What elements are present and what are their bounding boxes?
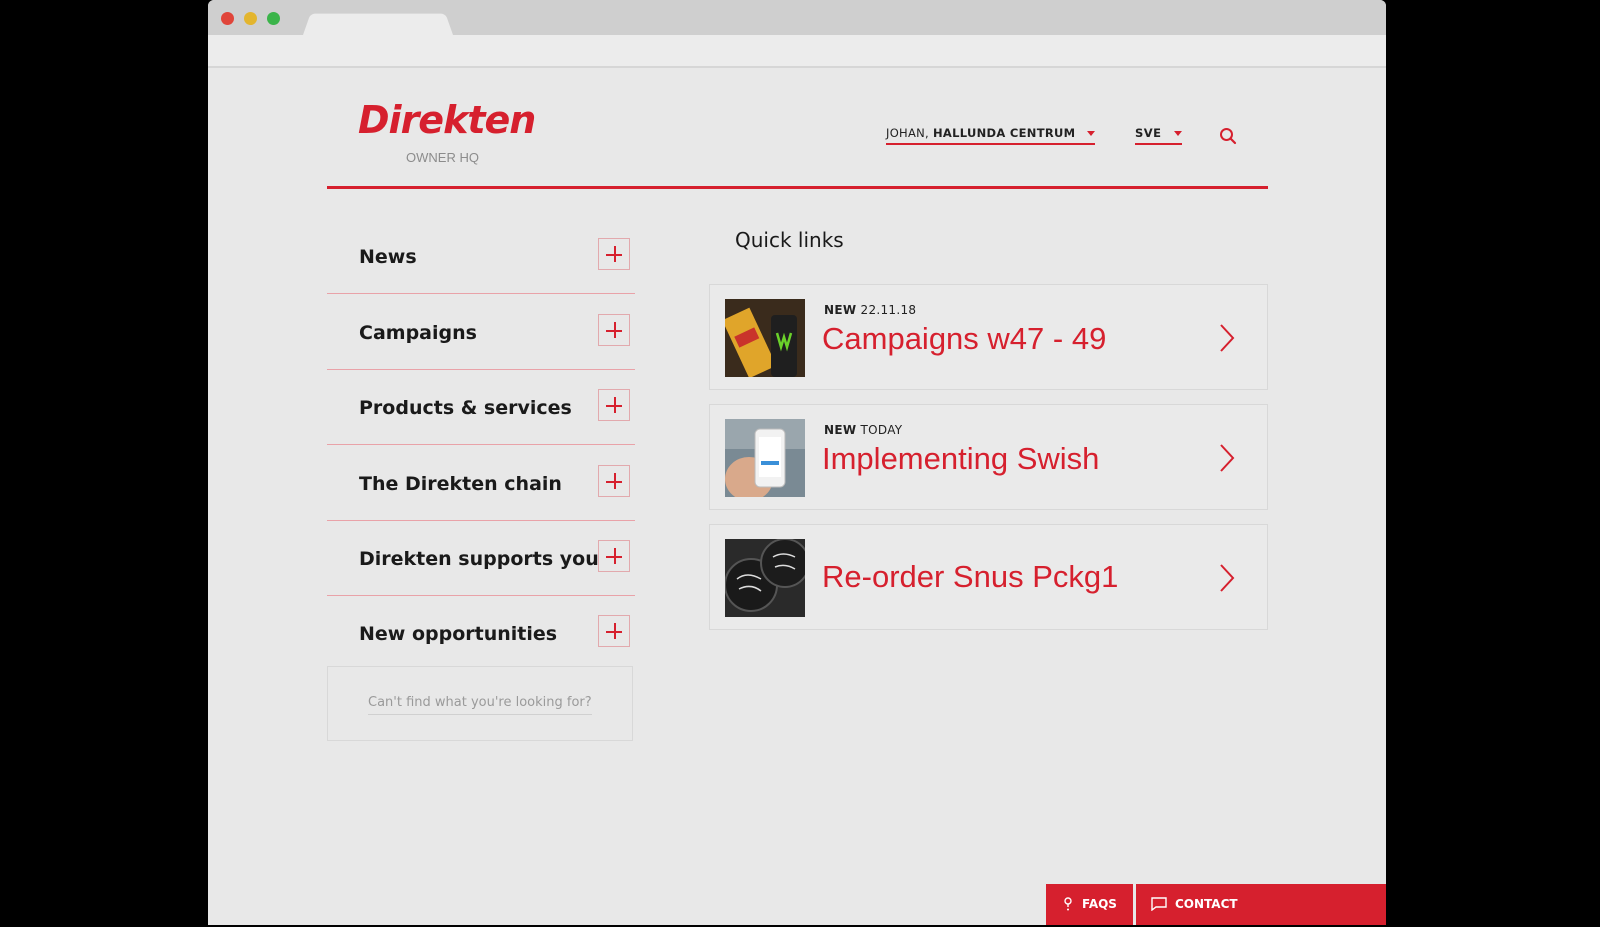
card-meta: NEW 22.11.18 (824, 303, 916, 317)
card-title: Re-order Snus Pckg1 (822, 559, 1119, 594)
user-store-selector[interactable]: JOHAN, HALLUNDA CENTRUM (886, 126, 1096, 145)
search-icon[interactable] (1218, 126, 1238, 146)
quick-links-title: Quick links (735, 228, 844, 252)
close-window-button[interactable] (221, 12, 234, 25)
expand-plus-icon[interactable] (598, 615, 630, 647)
language-selector[interactable]: SVE (1135, 126, 1183, 145)
contact-label: CONTACT (1175, 897, 1238, 911)
chevron-down-icon (1174, 131, 1183, 136)
expand-plus-icon[interactable] (598, 465, 630, 497)
language-label: SVE (1135, 126, 1162, 140)
campaign-thumbnail (725, 299, 805, 377)
sidebar-item-label: Campaigns (359, 322, 477, 344)
sidebar-item-campaigns[interactable]: Campaigns (327, 294, 635, 370)
header-divider (327, 186, 1268, 189)
chat-icon (1151, 897, 1167, 911)
expand-plus-icon[interactable] (598, 389, 630, 421)
sidebar-item-products-services[interactable]: Products & services (327, 369, 635, 445)
logo-subtitle: OWNER HQ (406, 150, 479, 165)
chevron-right-icon (1220, 324, 1235, 352)
card-date: 22.11.18 (860, 303, 917, 317)
chevron-right-icon (1220, 564, 1235, 592)
sidebar-item-news[interactable]: News (327, 218, 635, 294)
sidebar-item-label: Direkten supports you (359, 548, 599, 570)
quick-link-card[interactable]: NEW 22.11.18 Campaigns w47 - 49 (709, 284, 1268, 390)
faqs-button[interactable]: FAQS (1046, 884, 1133, 925)
browser-titlebar (208, 0, 1386, 35)
page-content: Direkten OWNER HQ JOHAN, HALLUNDA CENTRU… (208, 68, 1386, 925)
new-badge: NEW (824, 423, 857, 437)
contact-button[interactable]: CONTACT (1136, 884, 1386, 925)
card-meta: NEW TODAY (824, 423, 902, 437)
direkten-logo[interactable]: Direkten (358, 98, 536, 142)
user-name: JOHAN, (886, 126, 930, 140)
browser-window: Direkten OWNER HQ JOHAN, HALLUNDA CENTRU… (208, 0, 1386, 925)
sidebar-item-direkten-supports-you[interactable]: Direkten supports you (327, 520, 635, 596)
new-badge: NEW (824, 303, 857, 317)
card-date: TODAY (860, 423, 903, 437)
browser-toolbar (208, 35, 1386, 68)
card-title: Campaigns w47 - 49 (822, 321, 1107, 356)
minimize-window-button[interactable] (244, 12, 257, 25)
cant-find-link[interactable]: Can't find what you're looking for? (368, 695, 592, 715)
expand-plus-icon[interactable] (598, 314, 630, 346)
quick-link-card[interactable]: NEW TODAY Implementing Swish (709, 404, 1268, 510)
expand-plus-icon[interactable] (598, 238, 630, 270)
sidebar-item-label: The Direkten chain (359, 473, 562, 495)
cant-find-box: Can't find what you're looking for? (327, 666, 633, 741)
sidebar-item-new-opportunities[interactable]: New opportunities (327, 595, 635, 670)
faqs-label: FAQS (1082, 897, 1117, 911)
quick-link-card[interactable]: Re-order Snus Pckg1 (709, 524, 1268, 630)
chevron-right-icon (1220, 444, 1235, 472)
browser-tab[interactable] (303, 13, 453, 35)
sidebar-item-label: Products & services (359, 397, 572, 419)
swish-thumbnail (725, 419, 805, 497)
maximize-window-button[interactable] (267, 12, 280, 25)
sidebar-item-direkten-chain[interactable]: The Direkten chain (327, 445, 635, 521)
expand-plus-icon[interactable] (598, 540, 630, 572)
store-name: HALLUNDA CENTRUM (933, 126, 1076, 140)
chevron-down-icon (1087, 131, 1096, 136)
snus-thumbnail (725, 539, 805, 617)
sidebar-item-label: News (359, 246, 417, 268)
card-title: Implementing Swish (822, 441, 1100, 476)
question-icon (1064, 897, 1072, 911)
sidebar-item-label: New opportunities (359, 623, 558, 645)
